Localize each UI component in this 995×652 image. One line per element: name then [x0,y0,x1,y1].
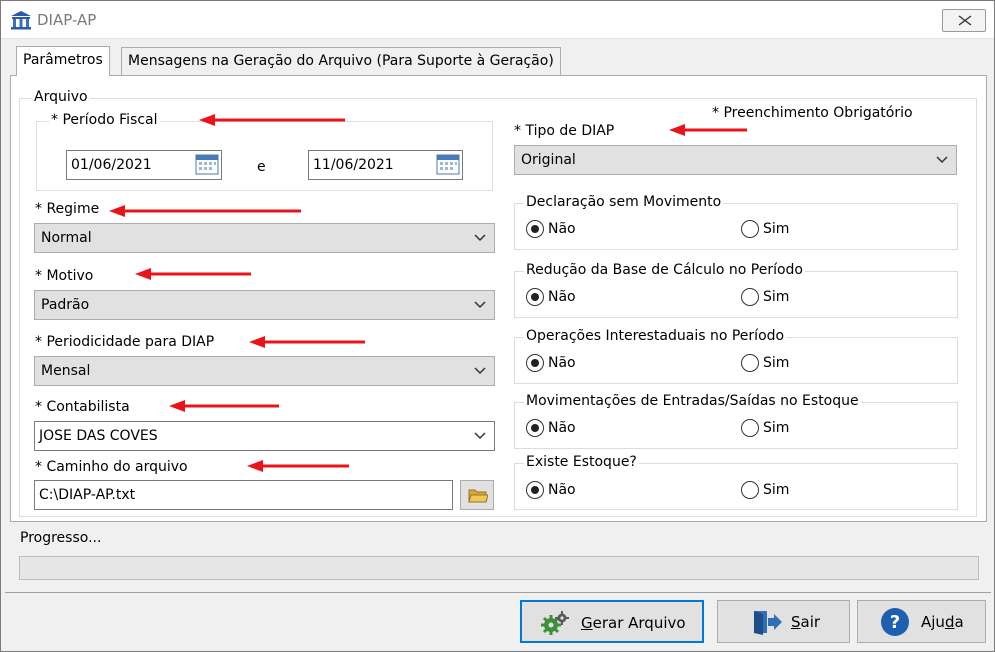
existe-estoque-sim-radio[interactable]: Sim [741,481,789,499]
radio-button[interactable] [741,220,759,238]
existe-estoque-nao-radio[interactable]: Não [526,481,576,499]
chevron-down-icon [474,432,486,440]
movimentacoes-nao-radio[interactable]: Não [526,419,576,437]
radio-button[interactable] [526,419,544,437]
title-bar: DIAP-AP [1,1,994,39]
annotation-arrow [169,400,279,412]
chevron-down-icon [474,367,486,375]
caminho-input[interactable]: C:\DIAP-AP.txt [34,480,453,510]
radio-button[interactable] [741,288,759,306]
group-reducao-base [514,271,958,318]
periodo-fiscal-legend: * Período Fiscal [49,112,160,128]
group-arquivo-legend: Arquivo [32,89,90,105]
operacoes-sim-radio[interactable]: Sim [741,354,789,372]
ajuda-button[interactable]: ? Ajuda [857,600,986,643]
close-button[interactable] [942,9,986,32]
group-declaracao-sem-movimento [514,203,958,250]
periodo-start-date[interactable]: 01/06/2021 [66,150,222,180]
svg-text:?: ? [890,612,900,633]
radio-button[interactable] [526,220,544,238]
required-note: * Preenchimento Obrigatório [712,105,913,121]
reducao-legend: Redução da Base de Cálculo no Período [524,262,805,278]
chevron-down-icon [936,156,948,164]
calendar-icon[interactable] [195,153,219,175]
declaracao-nao-radio[interactable]: Não [526,220,576,238]
declaracao-legend: Declaração sem Movimento [524,194,724,210]
browse-button[interactable] [460,480,494,510]
operacoes-legend: Operações Interestaduais no Período [524,328,787,344]
motivo-label: * Motivo [35,268,94,284]
group-operacoes-interestaduais [514,337,958,384]
gerar-arquivo-button[interactable]: Gerar Arquivo [520,600,704,643]
annotation-arrow [669,124,747,136]
group-movimentacoes-estoque [514,402,958,449]
periodo-end-date[interactable]: 11/06/2021 [308,150,463,180]
operacoes-nao-radio[interactable]: Não [526,354,576,372]
reducao-nao-radio[interactable]: Não [526,288,576,306]
sair-button[interactable]: Sair [717,600,850,643]
divider [5,592,991,593]
tipo-label: * Tipo de DIAP [514,123,615,139]
gears-icon [541,611,569,635]
motivo-select[interactable]: Padrão [34,290,495,320]
annotation-arrow [109,205,301,217]
exit-door-icon [754,611,782,635]
movimentacoes-sim-radio[interactable]: Sim [741,419,789,437]
radio-button[interactable] [741,354,759,372]
movimentacoes-legend: Movimentações de Entradas/Saídas no Esto… [524,393,861,409]
annotation-arrow [247,460,349,472]
contabilista-label: * Contabilista [35,399,130,415]
radio-button[interactable] [526,481,544,499]
regime-select[interactable]: Normal [34,223,495,253]
annotation-arrow [199,114,345,126]
help-icon: ? [881,608,909,636]
chevron-down-icon [474,301,486,309]
reducao-sim-radio[interactable]: Sim [741,288,789,306]
annotation-arrow [249,336,365,348]
progress-bar [19,556,979,580]
chevron-down-icon [474,234,486,242]
radio-button[interactable] [526,288,544,306]
radio-button[interactable] [526,354,544,372]
tab-mensagens[interactable]: Mensagens na Geração do Arquivo (Para Su… [121,47,561,76]
regime-label: * Regime [35,201,100,217]
window-title: DIAP-AP [37,11,97,29]
annotation-arrow [135,268,251,280]
existe-estoque-legend: Existe Estoque? [524,454,639,470]
radio-button[interactable] [741,481,759,499]
contabilista-select[interactable]: JOSE DAS COVES [34,421,495,451]
tab-parametros[interactable]: Parâmetros [16,46,110,76]
folder-icon [468,489,488,503]
radio-button[interactable] [741,419,759,437]
caminho-label: * Caminho do arquivo [35,459,188,475]
bank-icon [11,11,31,30]
tipo-select[interactable]: Original [514,145,957,175]
close-icon [958,15,972,26]
calendar-icon[interactable] [436,153,460,175]
progress-label: Progresso... [20,530,102,546]
periodo-separator: e [257,159,266,175]
periodicidade-label: * Periodicidade para DIAP [35,334,215,350]
diap-window: DIAP-AP Parâmetros Mensagens na Geração … [0,0,995,652]
declaracao-sim-radio[interactable]: Sim [741,220,789,238]
group-existe-estoque [514,463,958,510]
periodicidade-select[interactable]: Mensal [34,356,495,386]
